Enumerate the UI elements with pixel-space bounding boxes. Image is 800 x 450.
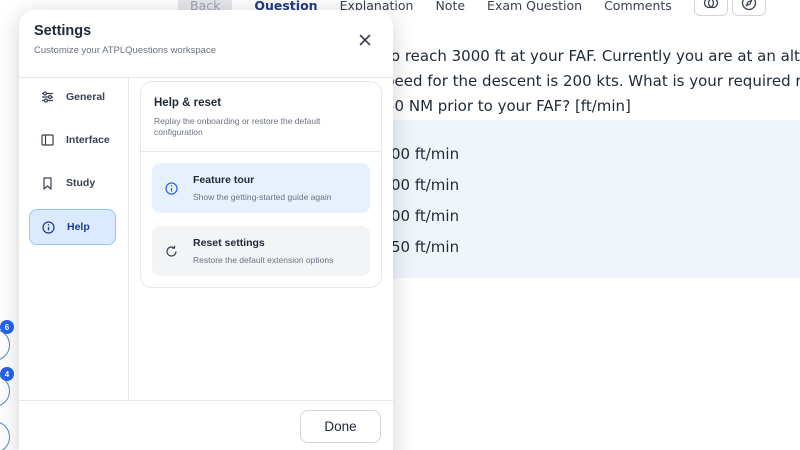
sidebar-item-interface[interactable]: Interface <box>29 122 116 158</box>
sidebar-item-label: Help <box>67 221 90 233</box>
floating-bubble[interactable] <box>0 421 10 450</box>
sidebar-item-study[interactable]: Study <box>29 165 116 201</box>
modal-title: Settings <box>34 23 92 39</box>
answer-option[interactable]: 50 ft/min <box>391 238 459 256</box>
sidebar-item-label: Interface <box>66 134 110 146</box>
notification-badge: 4 <box>0 367 14 381</box>
help-reset-card: Help & reset Replay the onboarding or re… <box>140 81 382 288</box>
close-button[interactable] <box>355 30 375 50</box>
bookmark-icon <box>40 176 54 190</box>
info-icon <box>164 181 178 195</box>
sidebar-item-help[interactable]: Help <box>29 209 116 245</box>
sidebar-item-general[interactable]: General <box>29 79 116 115</box>
card-divider <box>141 151 381 152</box>
answer-option[interactable]: 00 ft/min <box>391 176 459 194</box>
feature-tour-button[interactable]: Feature tour Show the getting-started gu… <box>152 163 370 213</box>
sliders-icon <box>40 90 54 104</box>
sidebar-item-label: Study <box>66 177 96 189</box>
info-icon <box>41 220 55 234</box>
tab-note[interactable]: Note <box>435 0 465 13</box>
question-line: 50 NM prior to your FAF? [ft/min] <box>385 97 631 115</box>
header-divider <box>19 77 393 78</box>
sidebar-item-label: General <box>66 91 106 103</box>
question-text: to reach 3000 ft at your FAF. Currently … <box>385 44 800 119</box>
compass-icon <box>741 0 756 11</box>
notification-badge: 6 <box>0 320 14 334</box>
action-description: Show the getting-started guide again <box>193 192 332 202</box>
action-title: Feature tour <box>193 174 255 186</box>
question-line: peed for the descent is 200 kts. What is… <box>385 72 800 90</box>
tab-comments[interactable]: Comments <box>604 0 672 13</box>
reset-settings-button[interactable]: Reset settings Restore the default exten… <box>152 226 370 276</box>
done-button[interactable]: Done <box>300 410 381 443</box>
question-line: to reach 3000 ft at your FAF. Currently … <box>385 47 800 65</box>
answer-option[interactable]: 00 ft/min <box>391 145 459 163</box>
answer-options: 00 ft/min 00 ft/min 00 ft/min 50 ft/min <box>385 120 800 278</box>
answer-option[interactable]: 00 ft/min <box>391 207 459 225</box>
footer-divider <box>19 400 393 401</box>
action-description: Restore the default extension options <box>193 255 334 265</box>
action-title: Reset settings <box>193 237 265 249</box>
tab-exam-question[interactable]: Exam Question <box>487 0 582 13</box>
close-icon <box>359 34 371 46</box>
layout-icon <box>40 133 54 147</box>
compass-button[interactable] <box>731 0 766 16</box>
overlap-circles-icon <box>703 0 718 9</box>
compare-button[interactable] <box>693 0 728 16</box>
refresh-icon <box>164 244 178 258</box>
card-description: Replay the onboarding or restore the def… <box>154 116 321 137</box>
card-title: Help & reset <box>154 97 222 109</box>
modal-subtitle: Customize your ATPLQuestions workspace <box>34 45 216 56</box>
settings-modal: Settings Customize your ATPLQuestions wo… <box>19 10 393 450</box>
sidebar-divider <box>128 78 129 400</box>
